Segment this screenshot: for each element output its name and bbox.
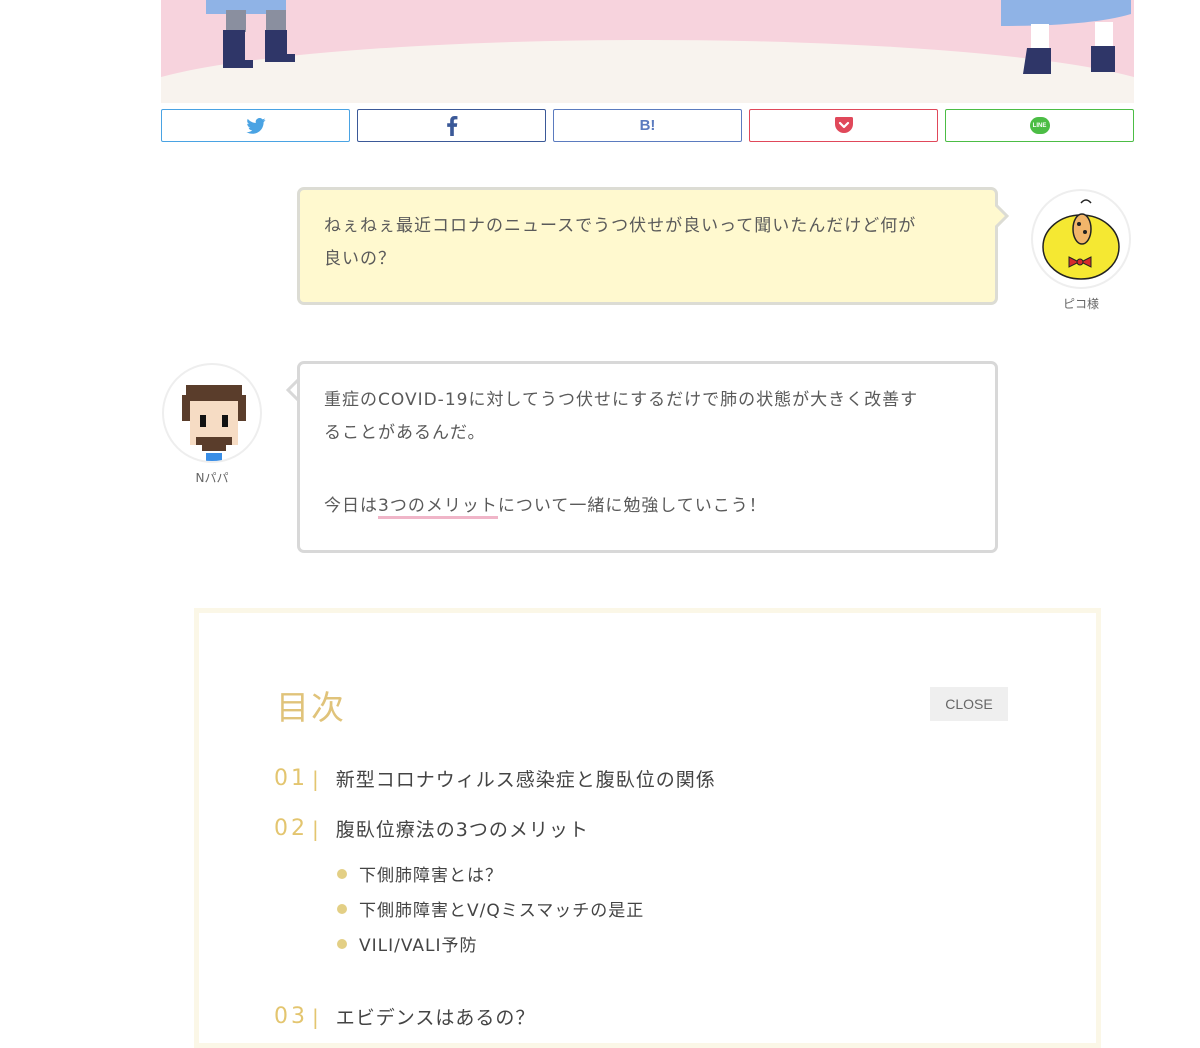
npapa-line-3-emphasis: 3つのメリット xyxy=(378,496,498,519)
toc-divider: | xyxy=(312,816,320,841)
piko-line-2: 良いの？ xyxy=(324,249,396,269)
toc-item-label: 腹臥位療法の3つのメリット xyxy=(335,819,589,841)
npapa-line-2: ることがあるんだ。 xyxy=(324,423,486,443)
toc-title: 目次 xyxy=(276,688,346,727)
toc-item-number: 01 xyxy=(274,766,308,791)
npapa-speech-bubble: 重症のCOVID-19に対してうつ伏せにするだけで肺の状態が大きく改善す ること… xyxy=(297,361,998,553)
line-share-button[interactable]: LINE xyxy=(945,109,1134,142)
facebook-icon xyxy=(446,115,457,136)
hero-characters-art xyxy=(206,0,1131,74)
piko-bubble-tail xyxy=(995,204,1009,228)
toc-subitem-2[interactable]: 下側肺障害とV/Qミスマッチの是正 xyxy=(337,896,644,921)
npapa-line-3-pre: 今日は xyxy=(324,496,378,516)
toc-item-number: 02 xyxy=(274,816,308,841)
npapa-avatar xyxy=(162,363,262,463)
toc-item-label: エビデンスはあるの？ xyxy=(335,1007,536,1029)
toc-subitem-1[interactable]: 下側肺障害とは？ xyxy=(337,861,503,886)
piko-speech-bubble: ねぇねぇ最近コロナのニュースでうつ伏せが良いって聞いたんだけど何が 良いの？ xyxy=(297,187,998,305)
toc-divider: | xyxy=(312,1004,320,1029)
toc-subitem-label: 下側肺障害とは？ xyxy=(359,866,503,886)
piko-name: ピコ様 xyxy=(1062,297,1099,311)
twitter-share-button[interactable] xyxy=(161,109,350,142)
twitter-icon xyxy=(245,117,266,134)
toc-item-02[interactable]: 02 | 腹臥位療法の3つのメリット xyxy=(274,815,589,842)
toc-item-01[interactable]: 01 | 新型コロナウィルス感染症と腹臥位の関係 xyxy=(274,765,716,792)
toc-subitem-label: 下側肺障害とV/Qミスマッチの是正 xyxy=(359,901,645,921)
bullet-icon xyxy=(337,938,347,949)
toc-item-number: 03 xyxy=(274,1004,308,1029)
pocket-share-button[interactable] xyxy=(749,109,938,142)
piko-avatar xyxy=(1031,189,1131,289)
share-buttons: B! LINE xyxy=(161,109,1134,142)
chick-icon xyxy=(1042,199,1120,280)
npapa-line-1: 重症のCOVID-19に対してうつ伏せにするだけで肺の状態が大きく改善す xyxy=(324,390,919,410)
pocket-icon xyxy=(834,117,853,133)
bullet-icon xyxy=(337,868,347,879)
npapa-name: Nパパ xyxy=(195,471,229,485)
toc-item-label: 新型コロナウィルス感染症と腹臥位の関係 xyxy=(335,769,716,791)
table-of-contents: 目次 CLOSE 01 | 新型コロナウィルス感染症と腹臥位の関係 02 | 腹… xyxy=(194,608,1101,1048)
hatena-bookmark-icon: B! xyxy=(639,117,656,134)
toc-item-03[interactable]: 03 | エビデンスはあるの？ xyxy=(274,1003,535,1030)
hatena-share-button[interactable]: B! xyxy=(553,109,742,142)
piko-line-1: ねぇねぇ最近コロナのニュースでうつ伏せが良いって聞いたんだけど何が xyxy=(324,216,917,236)
bullet-icon xyxy=(337,903,347,914)
toc-subitem-3[interactable]: VILI/VALI予防 xyxy=(337,931,478,956)
toc-divider: | xyxy=(312,766,320,791)
toc-close-button[interactable]: CLOSE xyxy=(930,687,1008,721)
npapa-line-3-post: について一緒に勉強していこう！ xyxy=(497,496,767,516)
pixel-man-icon xyxy=(182,385,246,461)
npapa-line-3: 今日は3つのメリットについて一緒に勉強していこう！ xyxy=(324,490,971,523)
line-icon: LINE xyxy=(1029,117,1050,134)
facebook-share-button[interactable] xyxy=(357,109,546,142)
hero-illustration xyxy=(161,0,1134,103)
toc-subitem-label: VILI/VALI予防 xyxy=(359,936,478,956)
